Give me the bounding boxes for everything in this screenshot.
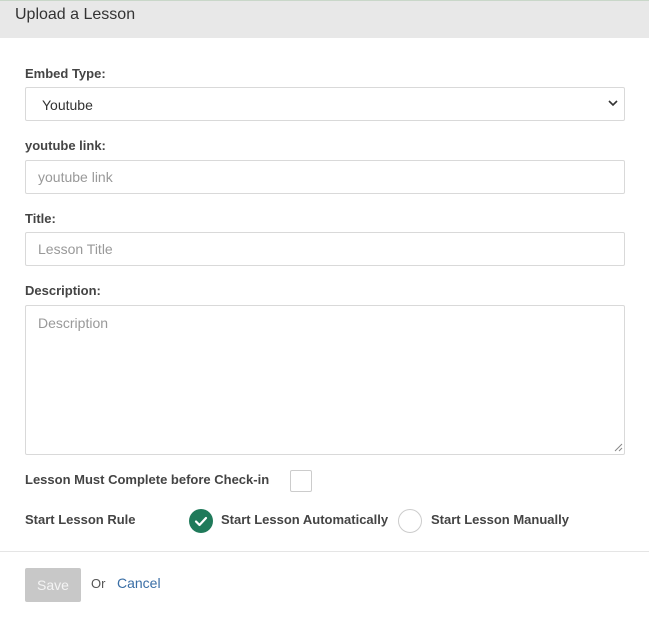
embed-type-select[interactable]: Youtube [25, 87, 625, 121]
chevron-down-icon [608, 100, 618, 107]
start-automatically-radio[interactable] [189, 509, 213, 533]
cancel-link[interactable]: Cancel [117, 575, 161, 591]
youtube-link-label: youtube link: [25, 138, 106, 153]
embed-type-value: Youtube [42, 97, 93, 113]
start-manually-label[interactable]: Start Lesson Manually [431, 512, 569, 527]
footer-divider [0, 551, 649, 552]
complete-before-checkin-label: Lesson Must Complete before Check-in [25, 472, 270, 487]
title-label: Title: [25, 211, 56, 226]
modal-title: Upload a Lesson [15, 6, 136, 23]
complete-before-checkin-checkbox[interactable] [290, 470, 312, 492]
resize-handle-icon[interactable] [613, 442, 623, 452]
start-automatically-label[interactable]: Start Lesson Automatically [221, 512, 388, 527]
modal-header: Upload a Lesson [0, 0, 649, 38]
start-lesson-rule-label: Start Lesson Rule [25, 512, 136, 527]
description-label: Description: [25, 283, 101, 298]
lesson-title-input[interactable] [25, 232, 625, 266]
start-manually-radio[interactable] [398, 509, 422, 533]
or-text: Or [91, 576, 106, 591]
description-textarea[interactable] [25, 305, 625, 455]
youtube-link-input[interactable] [25, 160, 625, 194]
embed-type-label: Embed Type: [25, 66, 106, 81]
save-button[interactable]: Save [25, 568, 81, 602]
check-icon [194, 516, 208, 527]
